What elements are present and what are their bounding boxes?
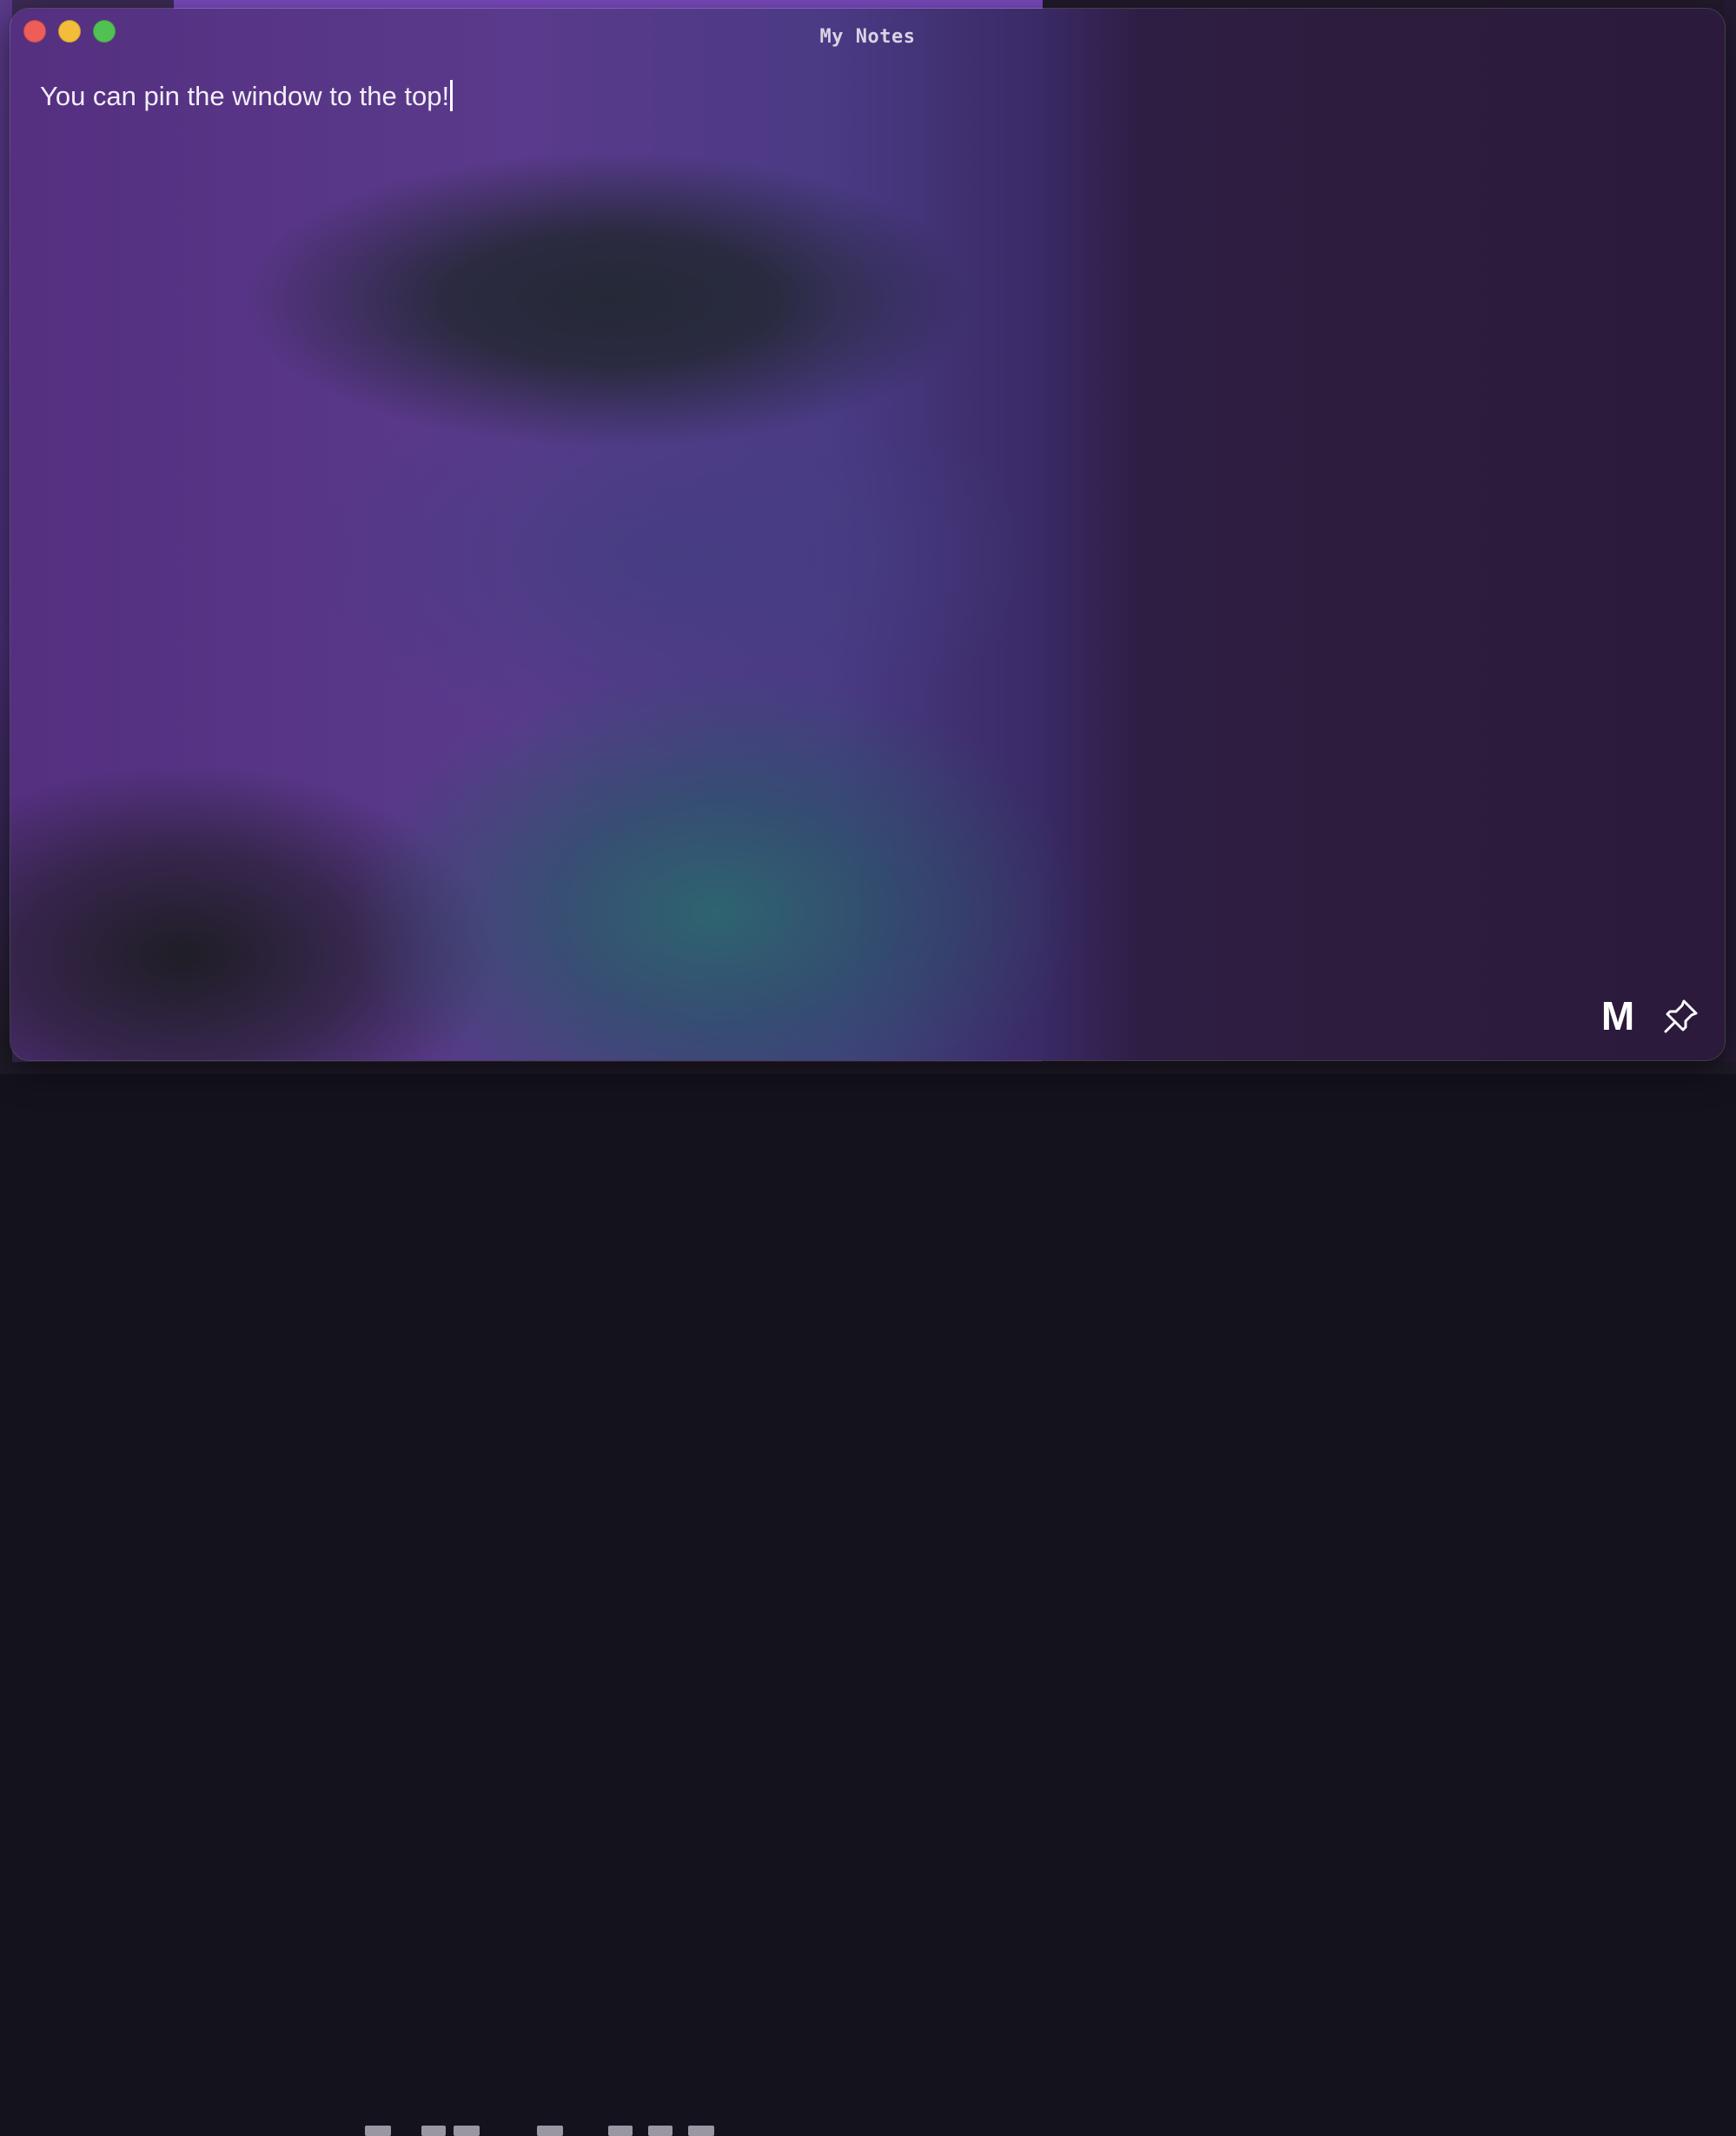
note-text-line[interactable]: You can pin the window to the top! <box>40 78 1691 115</box>
markdown-toggle-button[interactable]: M <box>1597 992 1639 1040</box>
window-title: My Notes <box>819 26 916 48</box>
text-caret <box>450 80 454 111</box>
background-dock-item <box>454 2126 480 2136</box>
background-window-top <box>174 0 1043 9</box>
background-dock-item <box>648 2126 673 2136</box>
background-dock-strip <box>0 1062 1736 2136</box>
background-dock-item <box>421 2126 446 2136</box>
note-editor[interactable]: You can pin the window to the top! <box>40 78 1691 947</box>
background-dock-item <box>365 2126 391 2136</box>
background-dock-item <box>608 2126 633 2136</box>
pin-window-button[interactable] <box>1660 996 1701 1038</box>
background-window-right <box>1724 0 1736 1074</box>
note-text: You can pin the window to the top! <box>40 81 450 111</box>
background-dock-item <box>688 2126 714 2136</box>
pin-icon <box>1660 996 1701 1038</box>
notes-window: My Notes You can pin the window to the t… <box>10 9 1725 1060</box>
background-dock-item <box>537 2126 563 2136</box>
title-bar[interactable]: My Notes <box>10 9 1725 52</box>
